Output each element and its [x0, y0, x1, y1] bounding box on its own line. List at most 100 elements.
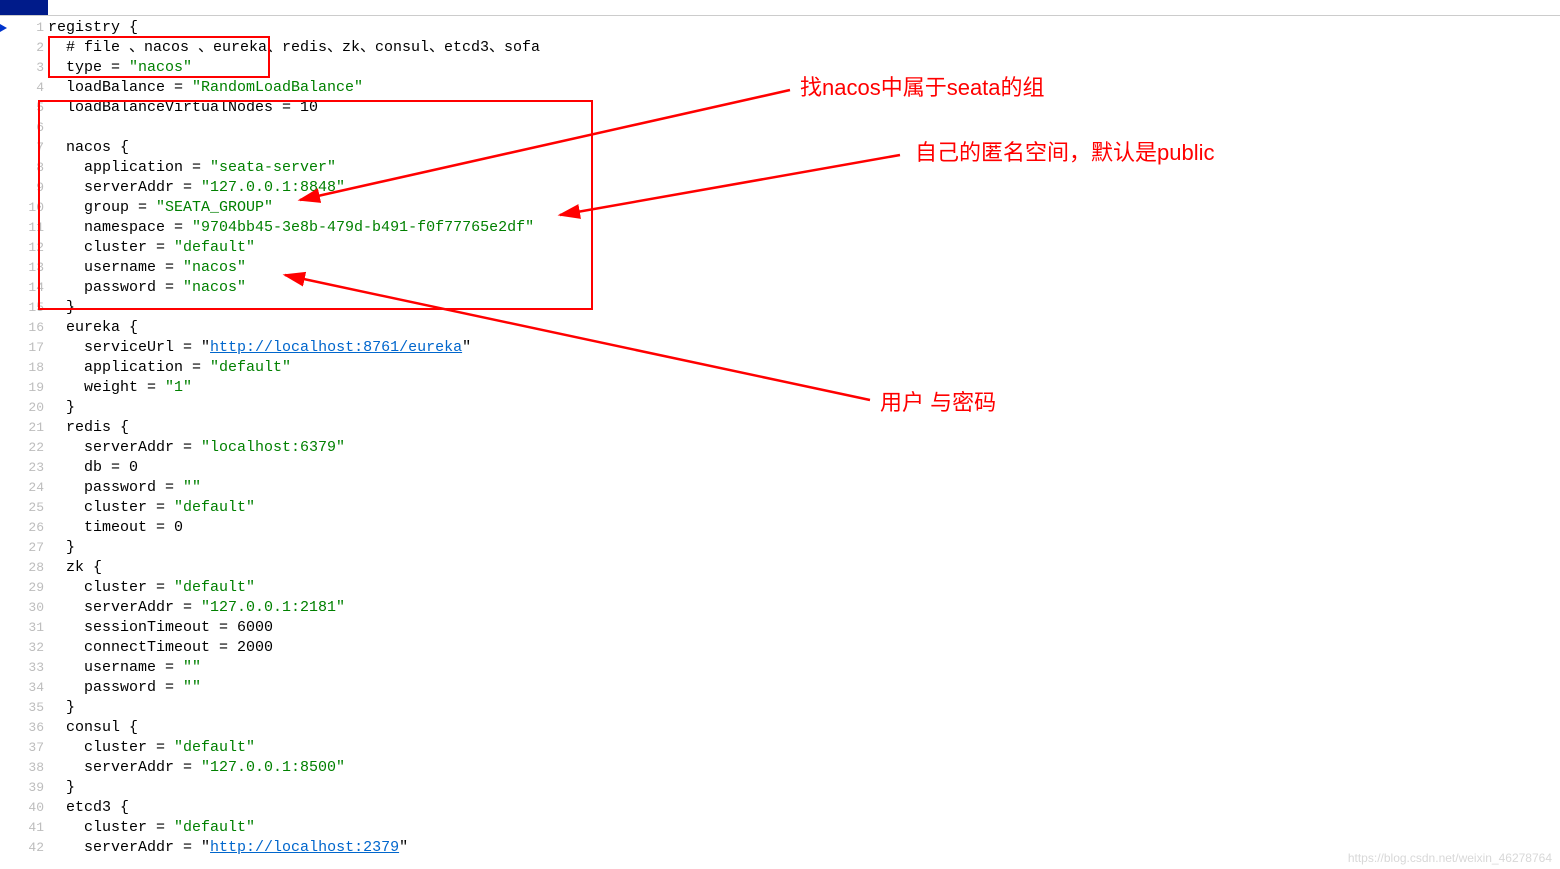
- line-number[interactable]: 35: [10, 698, 48, 718]
- code-line[interactable]: registry {: [48, 18, 540, 38]
- code-line[interactable]: cluster = "default": [48, 498, 540, 518]
- margin-slot[interactable]: [0, 98, 10, 118]
- code-line[interactable]: password = "nacos": [48, 278, 540, 298]
- code-line[interactable]: serviceUrl = "http://localhost:8761/eure…: [48, 338, 540, 358]
- code-line[interactable]: etcd3 {: [48, 798, 540, 818]
- line-number[interactable]: 7: [10, 138, 48, 158]
- code-line[interactable]: }: [48, 298, 540, 318]
- code-line[interactable]: username = "": [48, 658, 540, 678]
- margin-slot[interactable]: [0, 798, 10, 818]
- margin-slot[interactable]: [0, 438, 10, 458]
- code-line[interactable]: }: [48, 538, 540, 558]
- margin-slot[interactable]: [0, 418, 10, 438]
- line-number[interactable]: 38: [10, 758, 48, 778]
- margin-slot[interactable]: [0, 638, 10, 658]
- margin-slot[interactable]: [0, 378, 10, 398]
- code-line[interactable]: cluster = "default": [48, 238, 540, 258]
- code-line[interactable]: namespace = "9704bb45-3e8b-479d-b491-f0f…: [48, 218, 540, 238]
- line-number[interactable]: 24: [10, 478, 48, 498]
- line-number[interactable]: 33: [10, 658, 48, 678]
- line-number[interactable]: 34: [10, 678, 48, 698]
- line-number[interactable]: 16: [10, 318, 48, 338]
- code-line[interactable]: cluster = "default": [48, 738, 540, 758]
- line-number[interactable]: 37: [10, 738, 48, 758]
- line-number[interactable]: 6: [10, 118, 48, 138]
- line-number[interactable]: 9: [10, 178, 48, 198]
- margin-slot[interactable]: [0, 658, 10, 678]
- line-number[interactable]: 25: [10, 498, 48, 518]
- margin-slot[interactable]: [0, 158, 10, 178]
- line-number[interactable]: 28: [10, 558, 48, 578]
- hyperlink-text[interactable]: http://localhost:8761/eureka: [210, 339, 462, 356]
- margin-slot[interactable]: [0, 818, 10, 838]
- margin-slot[interactable]: [0, 298, 10, 318]
- code-line[interactable]: eureka {: [48, 318, 540, 338]
- line-number[interactable]: 29: [10, 578, 48, 598]
- code-line[interactable]: group = "SEATA_GROUP": [48, 198, 540, 218]
- margin-slot[interactable]: [0, 618, 10, 638]
- code-line[interactable]: serverAddr = "127.0.0.1:2181": [48, 598, 540, 618]
- margin-slot[interactable]: [0, 38, 10, 58]
- code-line[interactable]: application = "default": [48, 358, 540, 378]
- margin-slot[interactable]: [0, 198, 10, 218]
- margin-slot[interactable]: [0, 738, 10, 758]
- margin-slot[interactable]: [0, 458, 10, 478]
- code-line[interactable]: loadBalanceVirtualNodes = 10: [48, 98, 540, 118]
- margin-slot[interactable]: [0, 578, 10, 598]
- line-number[interactable]: 5: [10, 98, 48, 118]
- line-number[interactable]: 32: [10, 638, 48, 658]
- code-line[interactable]: timeout = 0: [48, 518, 540, 538]
- margin-slot[interactable]: [0, 218, 10, 238]
- margin-slot[interactable]: [0, 78, 10, 98]
- margin-slot[interactable]: [0, 758, 10, 778]
- margin-slot[interactable]: [0, 678, 10, 698]
- code-line[interactable]: password = "": [48, 478, 540, 498]
- line-number[interactable]: 3: [10, 58, 48, 78]
- margin-slot[interactable]: [0, 258, 10, 278]
- code-line[interactable]: loadBalance = "RandomLoadBalance": [48, 78, 540, 98]
- code-line[interactable]: serverAddr = "127.0.0.1:8500": [48, 758, 540, 778]
- code-line[interactable]: username = "nacos": [48, 258, 540, 278]
- margin-slot[interactable]: [0, 118, 10, 138]
- line-number[interactable]: 41: [10, 818, 48, 838]
- line-number[interactable]: 20: [10, 398, 48, 418]
- margin-slot[interactable]: [0, 498, 10, 518]
- margin-slot[interactable]: [0, 478, 10, 498]
- code-line[interactable]: cluster = "default": [48, 578, 540, 598]
- line-number[interactable]: 23: [10, 458, 48, 478]
- line-number[interactable]: 40: [10, 798, 48, 818]
- margin-slot[interactable]: [0, 838, 10, 858]
- line-number-gutter[interactable]: 1234567891011121314151617181920212223242…: [10, 16, 48, 858]
- margin-slot[interactable]: [0, 338, 10, 358]
- code-line[interactable]: redis {: [48, 418, 540, 438]
- margin-slot[interactable]: [0, 698, 10, 718]
- line-number[interactable]: 8: [10, 158, 48, 178]
- margin-slot[interactable]: [0, 558, 10, 578]
- line-number[interactable]: 11: [10, 218, 48, 238]
- line-number[interactable]: 10: [10, 198, 48, 218]
- code-line[interactable]: application = "seata-server": [48, 158, 540, 178]
- code-line[interactable]: nacos {: [48, 138, 540, 158]
- code-line[interactable]: consul {: [48, 718, 540, 738]
- line-number[interactable]: 13: [10, 258, 48, 278]
- code-line[interactable]: sessionTimeout = 6000: [48, 618, 540, 638]
- line-number[interactable]: 1: [10, 18, 48, 38]
- breakpoint-margin[interactable]: [0, 16, 10, 858]
- line-number[interactable]: 42: [10, 838, 48, 858]
- code-line[interactable]: }: [48, 698, 540, 718]
- line-number[interactable]: 26: [10, 518, 48, 538]
- code-line[interactable]: cluster = "default": [48, 818, 540, 838]
- code-line[interactable]: weight = "1": [48, 378, 540, 398]
- margin-slot[interactable]: [0, 138, 10, 158]
- margin-slot[interactable]: [0, 778, 10, 798]
- margin-slot[interactable]: [0, 398, 10, 418]
- code-line[interactable]: zk {: [48, 558, 540, 578]
- line-number[interactable]: 22: [10, 438, 48, 458]
- margin-slot[interactable]: [0, 518, 10, 538]
- code-editor[interactable]: 1234567891011121314151617181920212223242…: [0, 16, 1560, 858]
- line-number[interactable]: 36: [10, 718, 48, 738]
- margin-slot[interactable]: [0, 58, 10, 78]
- current-line-marker-icon[interactable]: [0, 18, 10, 38]
- line-number[interactable]: 30: [10, 598, 48, 618]
- margin-slot[interactable]: [0, 358, 10, 378]
